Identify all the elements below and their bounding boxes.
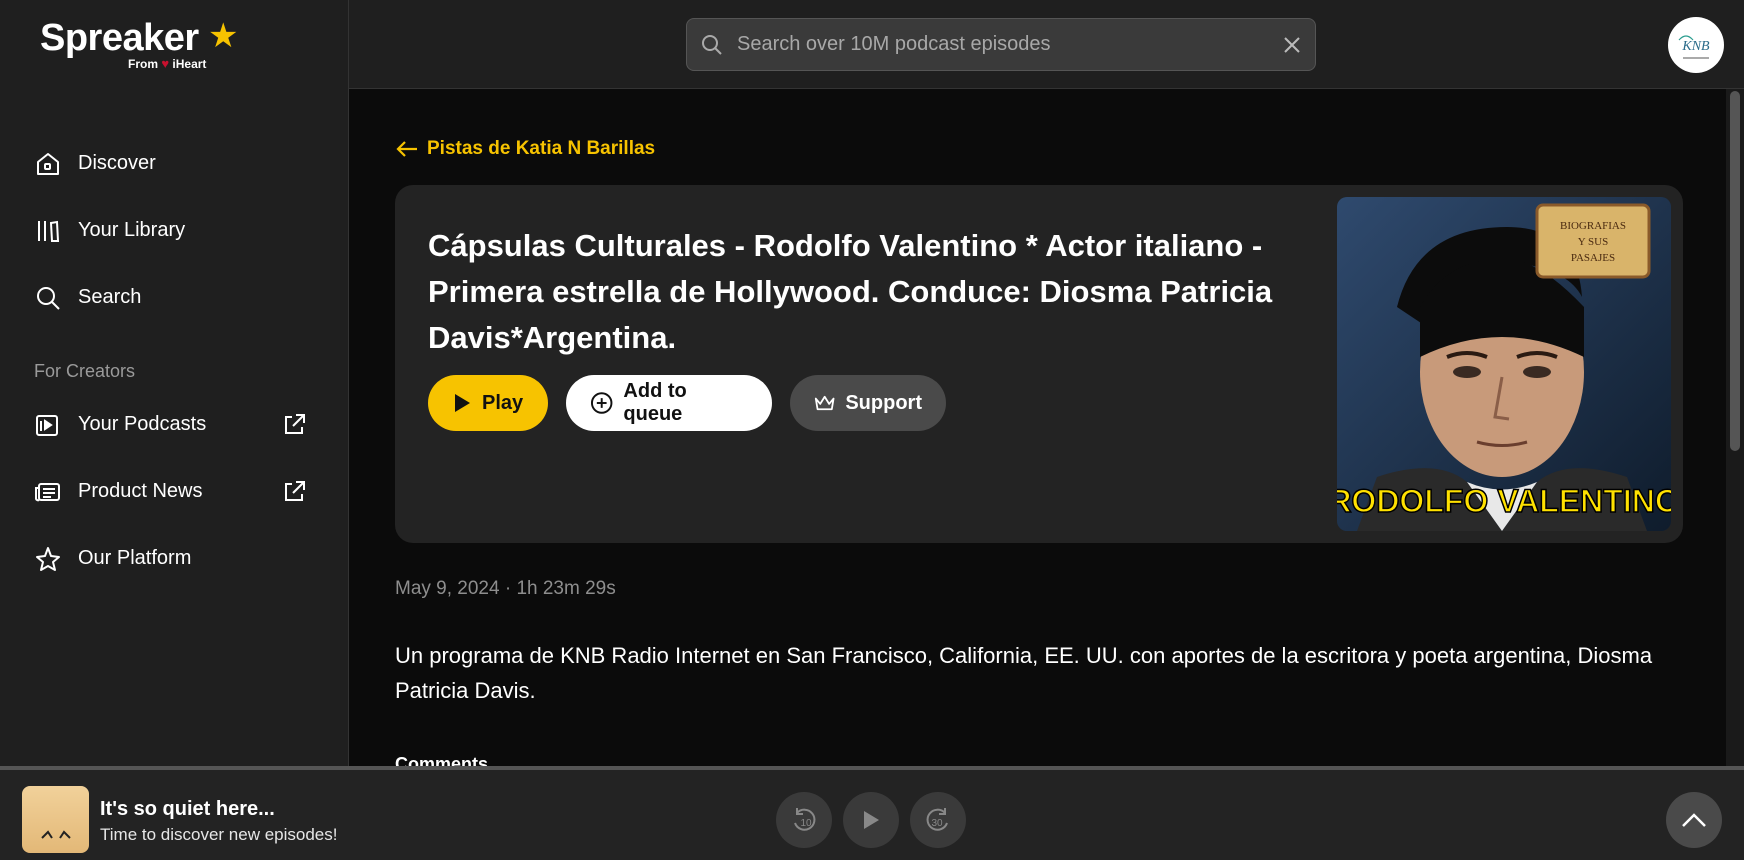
main-content: Pistas de Katia N Barillas Cápsulas Cult…: [350, 90, 1726, 766]
back-to-podcast-link[interactable]: Pistas de Katia N Barillas: [395, 138, 655, 160]
knb-logo-icon: KNB: [1672, 21, 1720, 69]
play-button-label: Play: [482, 391, 524, 414]
forward-30-label: 30: [931, 818, 943, 829]
episode-actions: Play Add to queue Support: [428, 375, 946, 431]
news-icon: [35, 482, 60, 501]
comments-heading: Comments: [395, 754, 489, 766]
logo-from-text: From: [128, 57, 158, 71]
back-link-label: Pistas de Katia N Barillas: [427, 138, 656, 159]
scrollbar-thumb[interactable]: [1730, 91, 1740, 451]
sidebar-item-label: Our Platform: [78, 547, 192, 569]
empty-player-illustration: [41, 830, 71, 839]
play-button[interactable]: Play: [428, 375, 548, 431]
star-icon: [36, 546, 60, 571]
sidebar-item-label: Product News: [78, 480, 203, 502]
forward-30-button[interactable]: 30: [910, 792, 966, 848]
sidebar-item-label: Search: [78, 286, 142, 308]
sidebar-nav: Discover Your Library Search For Creator…: [34, 130, 324, 592]
episode-description: Un programa de KNB Radio Internet en San…: [395, 643, 1653, 703]
logo-subtitle: From ♥ iHeart: [128, 56, 206, 71]
arrow-left-icon: [396, 141, 417, 157]
player-controls: 10 30: [776, 792, 966, 848]
search-icon: [37, 286, 60, 310]
play-pause-button[interactable]: [843, 792, 899, 848]
player-title: It's so quiet here...: [100, 798, 275, 820]
sidebar-item-discover[interactable]: Discover: [34, 130, 324, 197]
clear-search-icon[interactable]: [1283, 36, 1301, 54]
rewind-10-button[interactable]: 10: [776, 792, 832, 848]
support-button[interactable]: Support: [790, 375, 946, 431]
rewind-10-label: 10: [800, 818, 812, 829]
player-artwork: [22, 786, 89, 853]
podcast-icon: [36, 414, 58, 436]
episode-meta: May 9, 2024 · 1h 23m 29s: [395, 578, 616, 599]
search-icon: [702, 34, 722, 55]
sidebar-item-product-news[interactable]: Product News: [34, 458, 324, 525]
spreaker-logo[interactable]: Spreaker ★ From ♥ iHeart: [40, 16, 240, 76]
library-icon: [38, 220, 60, 242]
search-bar[interactable]: [686, 18, 1316, 71]
home-icon: [37, 152, 59, 175]
crown-icon: [814, 395, 835, 411]
player-subtitle: Time to discover new episodes!: [100, 825, 338, 844]
for-creators-heading: For Creators: [34, 360, 136, 381]
svg-text:PASAJES: PASAJES: [1571, 252, 1615, 264]
sidebar-item-label: Discover: [78, 152, 156, 174]
sidebar-item-search[interactable]: Search: [34, 264, 324, 331]
svg-text:BIOGRAFIAS: BIOGRAFIAS: [1560, 220, 1626, 232]
episode-card: Cápsulas Culturales - Rodolfo Valentino …: [395, 185, 1683, 543]
user-avatar[interactable]: KNB: [1668, 17, 1724, 73]
logo-partner-text: iHeart: [172, 57, 207, 71]
play-icon: [455, 394, 470, 412]
player-bar: It's so quiet here... Time to discover n…: [0, 766, 1744, 860]
sidebar: Spreaker ★ From ♥ iHeart Discover Your L…: [0, 0, 349, 766]
episode-cover-image: BIOGRAFIAS Y SUS PASAJES RODOLFO VALENTI…: [1337, 197, 1671, 531]
sidebar-item-label: Your Library: [78, 219, 186, 241]
sidebar-item-label: Your Podcasts: [78, 413, 207, 435]
sidebar-item-your-library[interactable]: Your Library: [34, 197, 324, 264]
add-to-queue-label: Add to queue: [623, 380, 687, 425]
episode-title: Cápsulas Culturales - Rodolfo Valentino …: [428, 228, 1273, 355]
cover-illustration: BIOGRAFIAS Y SUS PASAJES RODOLFO VALENTI…: [1337, 197, 1671, 531]
external-link-icon: [285, 480, 305, 501]
chevron-up-icon: [1682, 813, 1706, 827]
play-icon: [864, 811, 879, 829]
top-bar: KNB: [349, 0, 1744, 89]
forward-30-icon: 30: [926, 808, 948, 831]
iheart-icon: ♥: [161, 56, 170, 71]
search-input[interactable]: [737, 33, 1283, 56]
add-to-queue-button[interactable]: Add to queue: [566, 375, 772, 431]
support-button-label: Support: [845, 391, 922, 414]
plus-circle-icon: [590, 392, 613, 414]
main-scrollbar[interactable]: [1726, 89, 1744, 766]
rewind-10-icon: 10: [794, 808, 816, 831]
svg-text:RODOLFO VALENTINO: RODOLFO VALENTINO: [1337, 483, 1671, 519]
sidebar-item-our-platform[interactable]: Our Platform: [34, 525, 324, 592]
svg-text:KNB: KNB: [1681, 39, 1710, 54]
expand-player-button[interactable]: [1666, 792, 1722, 848]
external-link-icon: [285, 413, 305, 434]
star-logo-icon: ★: [208, 17, 239, 55]
sidebar-item-your-podcasts[interactable]: Your Podcasts: [34, 391, 324, 458]
svg-text:Y SUS: Y SUS: [1578, 236, 1608, 248]
